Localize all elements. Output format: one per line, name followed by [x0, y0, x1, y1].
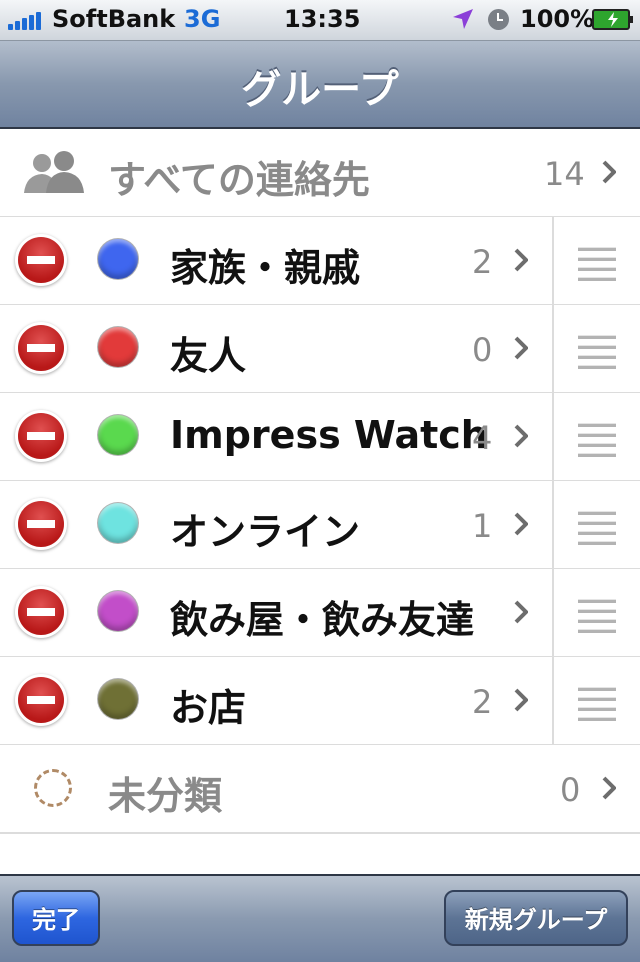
- chevron-right-icon: [514, 600, 528, 624]
- group-count: 4: [472, 419, 493, 457]
- status-bar: SoftBank 3G 13:35 100%: [0, 0, 640, 41]
- battery-percent: 100%: [520, 5, 595, 33]
- chevron-right-icon: [514, 336, 528, 360]
- group-label: Impress Watch: [170, 413, 488, 457]
- signal-strength-icon: [8, 10, 46, 30]
- dashed-circle-icon: [34, 769, 72, 807]
- chevron-right-icon: [602, 160, 616, 184]
- divider: [552, 305, 554, 392]
- group-count: 0: [472, 331, 493, 369]
- divider: [552, 393, 554, 480]
- chevron-right-icon: [514, 688, 528, 712]
- all-contacts-count: 14: [544, 155, 585, 193]
- page-title: グループ: [241, 67, 399, 113]
- battery-charging-icon: [592, 9, 633, 30]
- delete-icon[interactable]: [18, 501, 64, 547]
- delete-icon[interactable]: [18, 413, 64, 459]
- group-color-dot: [98, 415, 138, 455]
- reorder-handle-icon[interactable]: [578, 335, 616, 369]
- reorder-handle-icon[interactable]: [578, 423, 616, 457]
- group-color-dot: [98, 503, 138, 543]
- chevron-right-icon: [514, 424, 528, 448]
- group-row[interactable]: お店 2: [0, 657, 640, 746]
- group-color-dot: [98, 239, 138, 279]
- group-color-dot: [98, 327, 138, 367]
- group-label: オンライン: [170, 510, 361, 554]
- done-button[interactable]: 完了: [12, 890, 100, 946]
- uncategorized-count: 0: [560, 771, 581, 809]
- divider: [552, 569, 554, 656]
- group-label: 友人: [170, 334, 247, 378]
- delete-icon[interactable]: [18, 325, 64, 371]
- reorder-handle-icon[interactable]: [578, 687, 616, 721]
- divider: [552, 481, 554, 568]
- group-label: お店: [170, 686, 247, 730]
- people-icon: [24, 151, 84, 193]
- group-label: 家族・親戚: [170, 246, 361, 290]
- all-contacts-label: すべての連絡先: [108, 158, 370, 202]
- reorder-handle-icon[interactable]: [578, 599, 616, 633]
- group-row[interactable]: 家族・親戚 2: [0, 217, 640, 306]
- delete-icon[interactable]: [18, 589, 64, 635]
- reorder-handle-icon[interactable]: [578, 247, 616, 281]
- group-count: 2: [472, 243, 493, 281]
- group-color-dot: [98, 591, 138, 631]
- uncategorized-label: 未分類: [108, 774, 223, 818]
- uncategorized-row[interactable]: 未分類 0: [0, 745, 640, 834]
- group-row[interactable]: 飲み屋・飲み友達: [0, 569, 640, 658]
- bottom-toolbar: 完了 新規グループ: [0, 874, 640, 962]
- location-arrow-icon: [453, 9, 473, 29]
- delete-icon[interactable]: [18, 677, 64, 723]
- group-row[interactable]: Impress Watch 4: [0, 393, 640, 482]
- group-color-dot: [98, 679, 138, 719]
- network-type: 3G: [184, 5, 221, 33]
- all-contacts-row[interactable]: すべての連絡先 14: [0, 129, 640, 218]
- new-group-button[interactable]: 新規グループ: [444, 890, 628, 946]
- status-time: 13:35: [284, 5, 361, 33]
- carrier-name: SoftBank: [52, 5, 176, 33]
- divider: [552, 217, 554, 304]
- chevron-right-icon: [514, 248, 528, 272]
- group-row[interactable]: 友人 0: [0, 305, 640, 394]
- group-row[interactable]: オンライン 1: [0, 481, 640, 570]
- divider: [552, 657, 554, 744]
- group-label: 飲み屋・飲み友達: [170, 598, 475, 642]
- navigation-bar: グループ: [0, 41, 640, 129]
- alarm-clock-icon: [488, 9, 509, 30]
- reorder-handle-icon[interactable]: [578, 511, 616, 545]
- chevron-right-icon: [514, 512, 528, 536]
- group-count: 2: [472, 683, 493, 721]
- group-count: 1: [472, 507, 493, 545]
- delete-icon[interactable]: [18, 237, 64, 283]
- chevron-right-icon: [602, 776, 616, 800]
